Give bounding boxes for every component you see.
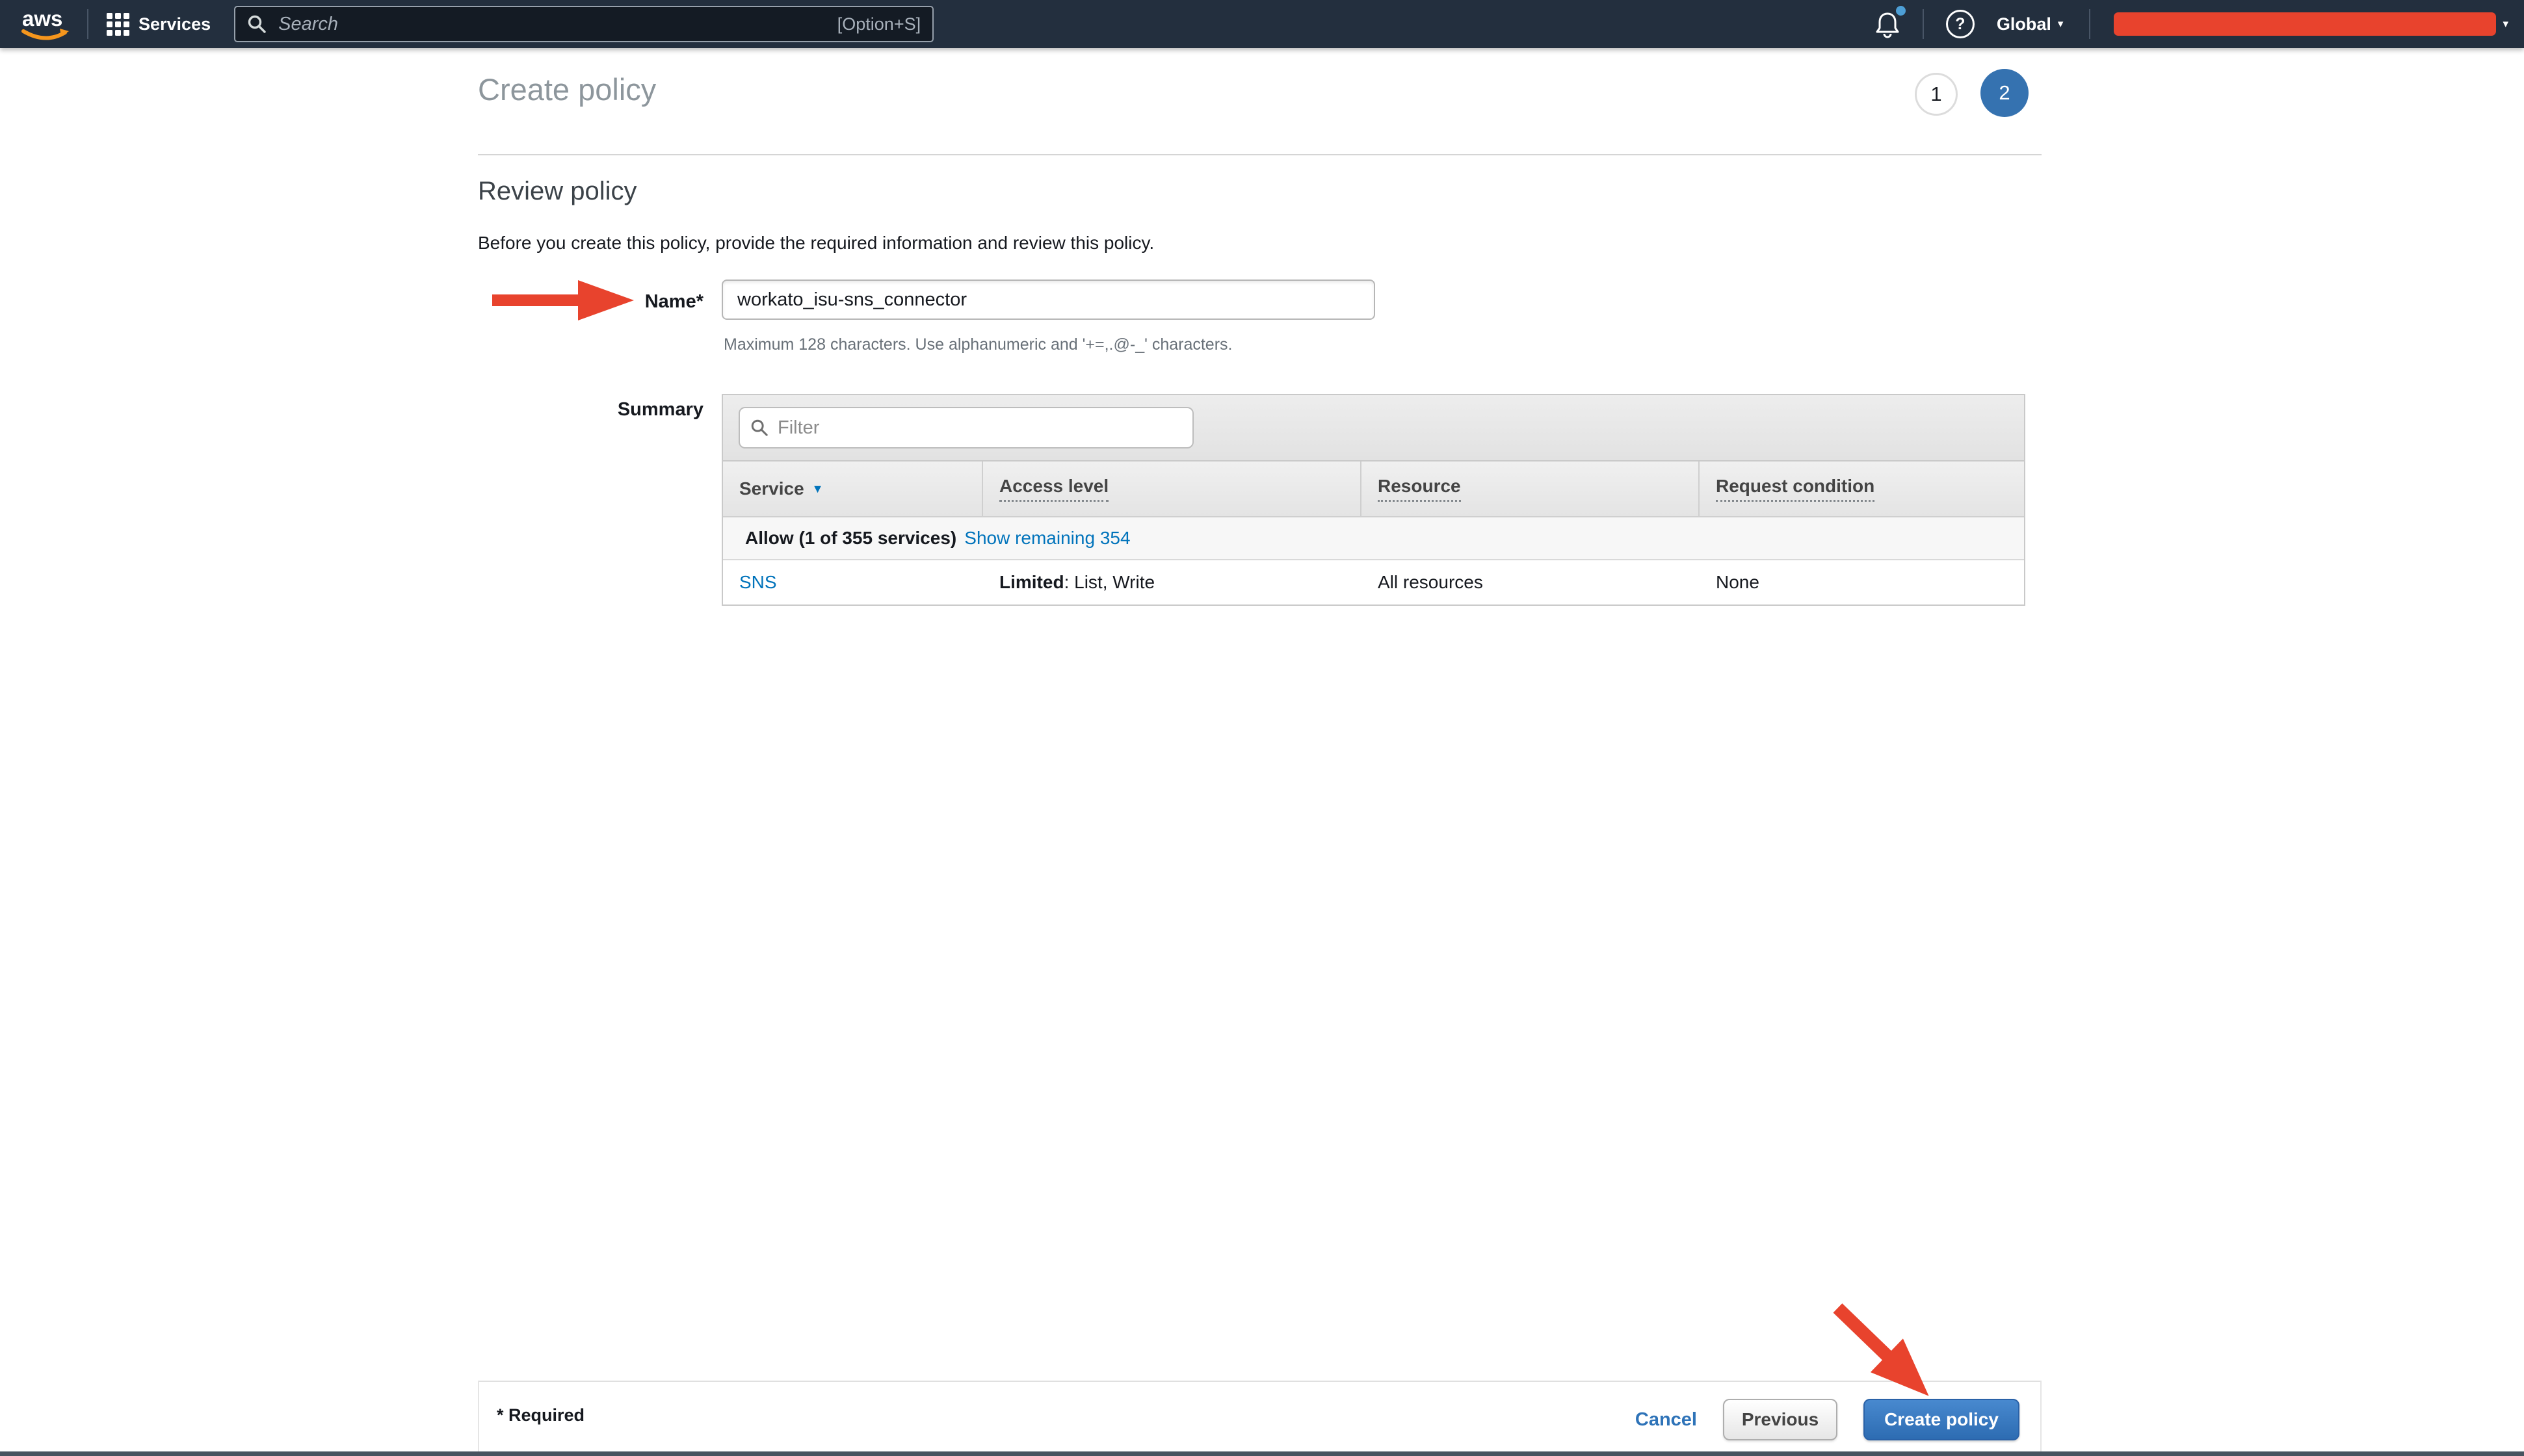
show-remaining-link[interactable]: Show remaining 354 xyxy=(964,528,1130,549)
filter-strip xyxy=(723,395,2024,462)
service-link[interactable]: SNS xyxy=(739,572,777,592)
topbar-divider xyxy=(87,9,88,39)
help-icon: ? xyxy=(1946,10,1975,38)
aws-logo-icon: aws xyxy=(18,5,75,43)
cancel-link[interactable]: Cancel xyxy=(1635,1409,1697,1431)
svg-text:aws: aws xyxy=(22,6,62,31)
help-button[interactable]: ? xyxy=(1946,10,1975,38)
step-indicator-2: 2 xyxy=(1980,69,2029,117)
step-indicator-1: 1 xyxy=(1915,73,1958,116)
annotation-arrow-name-field xyxy=(492,280,634,321)
previous-button[interactable]: Previous xyxy=(1723,1399,1837,1440)
page-title: Create policy xyxy=(478,72,656,107)
search-shortcut-hint: [Option+S] xyxy=(837,14,921,34)
notifications-button[interactable] xyxy=(1874,10,1900,38)
create-policy-button[interactable]: Create policy xyxy=(1863,1399,2019,1440)
footer-bar: * Required Cancel Previous Create policy xyxy=(478,1381,2042,1456)
required-note: * Required xyxy=(497,1405,585,1425)
request-condition-cell: None xyxy=(1700,572,2024,593)
summary-panel: Service ▼ Access level Resource Request … xyxy=(722,394,2025,606)
region-selector[interactable]: Global ▾ xyxy=(1997,14,2064,34)
column-header-service[interactable]: Service ▼ xyxy=(723,462,983,516)
filter-field[interactable] xyxy=(739,407,1194,448)
table-header-row: Service ▼ Access level Resource Request … xyxy=(723,462,2024,517)
chevron-down-icon: ▾ xyxy=(2503,18,2508,31)
username-redaction-bar xyxy=(2114,12,2496,36)
table-row: SNS Limited: List, Write All resources N… xyxy=(723,560,2024,604)
allow-group-row: Allow (1 of 355 services) Show remaining… xyxy=(723,517,2024,560)
search-icon xyxy=(247,14,267,34)
header-divider xyxy=(478,154,2042,155)
search-input[interactable] xyxy=(277,13,837,36)
filter-input[interactable] xyxy=(776,417,1182,439)
global-search[interactable]: [Option+S] xyxy=(234,6,934,42)
region-label: Global xyxy=(1997,14,2051,34)
topbar-divider xyxy=(1923,9,1924,39)
allow-group-label: Allow (1 of 355 services) xyxy=(745,528,956,549)
column-header-resource: Resource xyxy=(1361,462,1700,516)
section-heading: Review policy xyxy=(478,177,637,206)
topbar-divider xyxy=(2089,9,2090,39)
services-grid-icon xyxy=(107,13,129,36)
window-bottom-edge xyxy=(0,1451,2524,1456)
access-level-cell: Limited: List, Write xyxy=(983,572,1361,593)
services-menu[interactable]: Services xyxy=(107,13,211,36)
resource-cell: All resources xyxy=(1361,572,1700,593)
section-description: Before you create this policy, provide t… xyxy=(478,233,1154,254)
column-header-request-condition: Request condition xyxy=(1700,462,2024,516)
column-header-access-level: Access level xyxy=(983,462,1361,516)
account-menu[interactable]: ▾ xyxy=(2114,12,2508,36)
services-label: Services xyxy=(138,14,211,34)
summary-label: Summary xyxy=(572,399,703,421)
aws-logo[interactable]: aws xyxy=(18,5,75,43)
sort-desc-icon: ▼ xyxy=(812,482,824,496)
top-navigation-bar: aws Services [Option+S] ? xyxy=(0,0,2524,48)
name-input[interactable] xyxy=(722,280,1375,320)
bell-icon xyxy=(1874,10,1900,38)
filter-search-icon xyxy=(750,419,769,437)
chevron-down-icon: ▾ xyxy=(2058,18,2064,31)
name-hint: Maximum 128 characters. Use alphanumeric… xyxy=(724,335,1232,354)
notification-dot xyxy=(1896,6,1906,16)
